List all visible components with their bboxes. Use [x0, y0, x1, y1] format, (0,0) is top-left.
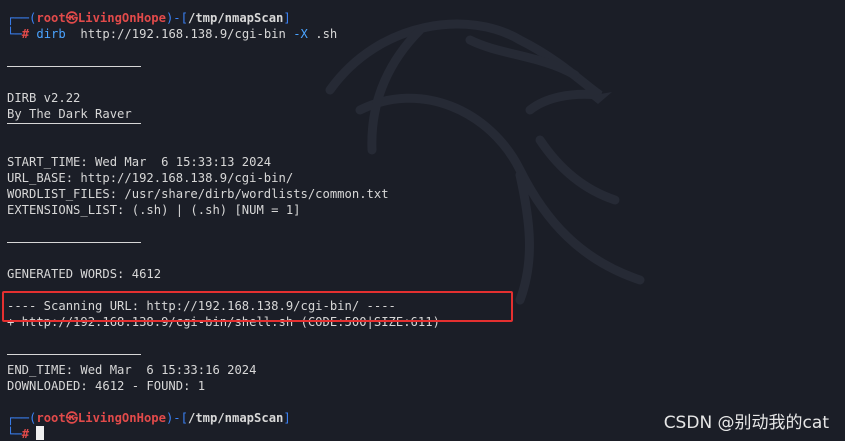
prompt-user: root [36, 11, 66, 25]
prompt-hash: # [21, 27, 30, 41]
prompt-close: ] [283, 411, 291, 425]
separator-rule [7, 346, 837, 362]
url-base: URL_BASE: http://192.168.138.9/cgi-bin/ [7, 171, 294, 185]
prompt-frame: ┌──( [7, 411, 37, 425]
prompt-separator: )-[ [165, 411, 188, 425]
separator-rule [7, 58, 837, 74]
prompt-separator: )-[ [165, 11, 188, 25]
prompt-frame: ┌──( [7, 11, 37, 25]
prompt-cwd: /tmp/nmapScan [187, 11, 284, 25]
dirb-author: By The Dark Raver [7, 107, 132, 121]
prompt-host: LivingOnHope [77, 11, 166, 25]
wordlist-files: WORDLIST_FILES: /usr/share/dirb/wordlist… [7, 187, 389, 201]
prompt-at-symbol: ㉿ [65, 11, 78, 25]
separator-rule [7, 122, 837, 138]
prompt-user: root [36, 411, 66, 425]
generated-words: GENERATED WORDS: 4612 [7, 267, 162, 281]
command-line: └─# dirb http://192.168.138.9/cgi-bin -X… [7, 26, 837, 42]
terminal-cursor[interactable] [36, 426, 45, 440]
command-args: http://192.168.138.9/cgi-bin [65, 27, 294, 41]
prompt-at-symbol: ㉿ [65, 411, 78, 425]
command-name: dirb [36, 27, 66, 41]
start-time: START_TIME: Wed Mar 6 15:33:13 2024 [7, 155, 272, 169]
found-result-highlight [2, 291, 513, 322]
prompt-frame-bottom: └─ [7, 427, 22, 441]
dirb-title: DIRB v2.22 [7, 91, 81, 105]
csdn-watermark: CSDN @别动我的cat [663, 413, 829, 433]
prompt-line-top: ┌──(root㉿LivingOnHope)-[/tmp/nmapScan] [7, 10, 837, 26]
command-args-tail: .sh [307, 27, 338, 41]
prompt-close: ] [283, 11, 291, 25]
command-flag: -X [293, 27, 308, 41]
prompt-host: LivingOnHope [77, 411, 166, 425]
extensions-list: EXTENSIONS_LIST: (.sh) | (.sh) [NUM = 1] [7, 203, 301, 217]
separator-rule [7, 234, 837, 250]
downloaded-summary: DOWNLOADED: 4612 - FOUND: 1 [7, 379, 206, 393]
terminal-output[interactable]: ┌──(root㉿LivingOnHope)-[/tmp/nmapScan] └… [7, 10, 837, 441]
prompt-frame-bottom: └─ [7, 27, 22, 41]
prompt-cwd: /tmp/nmapScan [187, 411, 284, 425]
end-time: END_TIME: Wed Mar 6 15:33:16 2024 [7, 363, 257, 377]
prompt-hash: # [21, 427, 30, 441]
